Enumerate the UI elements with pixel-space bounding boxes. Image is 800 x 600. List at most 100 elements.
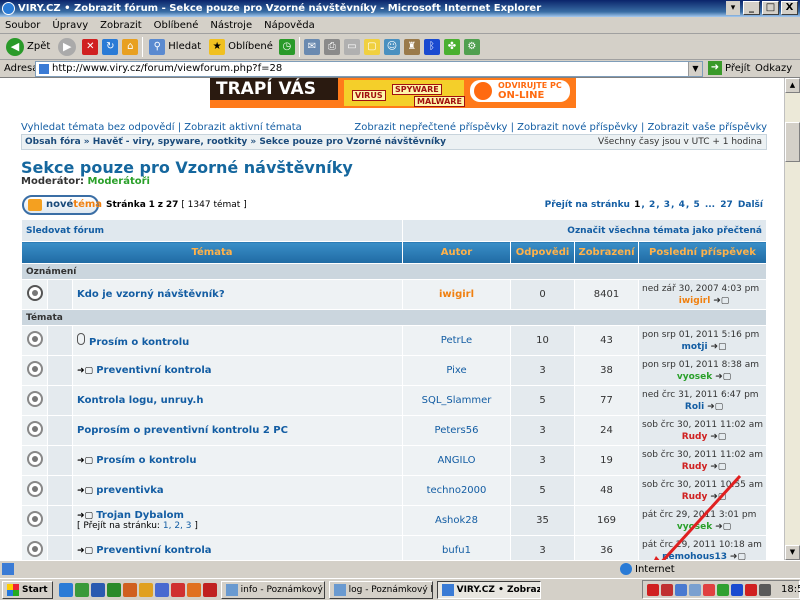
forward-button[interactable]: ▶ <box>56 36 78 58</box>
app-tray-icon[interactable] <box>745 583 757 596</box>
new-post-icon[interactable]: ➜▢ <box>77 456 96 466</box>
last-post-user[interactable]: nemohous13 <box>662 552 727 560</box>
topic-title[interactable]: Preventivní kontrola <box>96 365 211 376</box>
goto-last-post-icon[interactable]: ➜▢ <box>707 402 723 412</box>
messenger-icon[interactable]: ☺ <box>383 38 400 55</box>
update-tray-icon[interactable] <box>717 583 729 596</box>
topic-title[interactable]: Kdo je vzorný návštěvník? <box>72 279 403 310</box>
goto-last-post-icon[interactable]: ➜▢ <box>710 432 726 442</box>
task-notepad-log[interactable]: log - Poznámkový b... <box>328 580 433 599</box>
topic-title[interactable]: Prosím o kontrolu <box>96 455 196 466</box>
powerpoint-icon[interactable] <box>122 582 137 597</box>
task-notepad-info[interactable]: info - Poznámkový ... <box>220 580 325 599</box>
topic-author[interactable]: PetrLe <box>402 325 511 356</box>
print-icon[interactable]: ⎙ <box>323 38 340 55</box>
folder-icon[interactable] <box>138 582 153 597</box>
new-post-icon[interactable]: ➜▢ <box>77 366 96 376</box>
minimize-button[interactable]: _ <box>743 1 760 15</box>
goto-last-post-icon[interactable]: ➜▢ <box>710 462 726 472</box>
next-page-link[interactable]: Další <box>738 200 763 210</box>
home-icon[interactable]: ⌂ <box>122 38 139 55</box>
topic-author[interactable]: SQL_Slammer <box>402 385 511 416</box>
menu-tools[interactable]: Nástroje <box>209 20 253 31</box>
topic-title[interactable]: Trojan Dybalom <box>96 510 184 521</box>
view-links[interactable]: Zobrazit nepřečtené příspěvky | Zobrazit… <box>354 122 767 133</box>
topic-title[interactable]: preventivka <box>96 485 163 496</box>
scroll-up-icon[interactable]: ▲ <box>785 78 800 93</box>
topic-author[interactable]: Pixe <box>402 355 511 386</box>
volume-tray-icon[interactable] <box>759 583 771 596</box>
task-ie-viry[interactable]: VIRY.CZ • Zobraz... <box>436 580 541 599</box>
bluetooth-tray-icon[interactable] <box>731 583 743 596</box>
edit-icon[interactable]: ▭ <box>343 38 360 55</box>
goto-last-post-icon[interactable]: ➜▢ <box>730 552 746 560</box>
topic-author[interactable]: iwigirl <box>402 279 511 310</box>
search-links[interactable]: Vyhledat témata bez odpovědí | Zobrazit … <box>21 122 302 133</box>
start-button[interactable]: Start <box>2 580 53 599</box>
page-link-5[interactable]: 5 <box>693 200 699 210</box>
clover-icon[interactable]: ✤ <box>443 38 460 55</box>
discuss-icon[interactable]: ▢ <box>363 38 380 55</box>
new-post-icon[interactable]: ➜▢ <box>77 546 96 556</box>
history-icon[interactable]: ◷ <box>278 38 295 55</box>
topic-author[interactable]: bufu1 <box>402 535 511 560</box>
breadcrumb-path[interactable]: Obsah fóra » Havěť - viry, spyware, root… <box>25 137 446 147</box>
refresh-icon[interactable]: ↻ <box>102 38 119 55</box>
menu-edit[interactable]: Úpravy <box>51 20 89 31</box>
firefox-icon[interactable] <box>186 582 201 597</box>
alert-tray-icon[interactable] <box>703 583 715 596</box>
goto-last-post-icon[interactable]: ➜▢ <box>715 372 731 382</box>
topic-page-link[interactable]: 3 <box>186 521 192 531</box>
new-post-icon[interactable]: ➜▢ <box>77 486 96 496</box>
antivirus-tray-icon[interactable] <box>647 583 659 596</box>
stop-icon[interactable]: ✕ <box>82 38 99 55</box>
favorites-button[interactable]: ★ Oblíbené <box>207 36 275 58</box>
bluetooth-icon[interactable]: ᛒ <box>423 38 440 55</box>
monitor-tray-icon[interactable] <box>689 583 701 596</box>
topic-author[interactable]: Ashok28 <box>402 505 511 536</box>
topic-page-link[interactable]: 2 <box>174 521 180 531</box>
topic-title[interactable]: Preventivní kontrola <box>96 545 211 556</box>
chevron-down-icon[interactable]: ▼ <box>688 62 702 76</box>
last-post-user[interactable]: Rudy <box>682 432 708 442</box>
goto-last-post-icon[interactable]: ➜▢ <box>713 296 729 306</box>
vertical-scrollbar[interactable]: ▲ ▼ <box>784 78 800 560</box>
goto-last-post-icon[interactable]: ➜▢ <box>710 492 726 502</box>
download-icon[interactable]: ▾ <box>726 1 740 15</box>
page-title[interactable]: Sekce pouze pro Vzorné návštěvníky <box>21 158 353 177</box>
excel-icon[interactable] <box>106 582 121 597</box>
goto-last-post-icon[interactable]: ➜▢ <box>715 522 731 532</box>
go-button[interactable]: ➜ Přejít <box>708 61 750 75</box>
topic-title[interactable]: Poprosím o preventivní kontrolu 2 PC <box>77 425 288 436</box>
search-button[interactable]: ⚲ Hledat <box>147 36 203 58</box>
scroll-thumb[interactable] <box>785 122 800 162</box>
topic-author[interactable]: ANGILO <box>402 445 511 476</box>
menu-favorites[interactable]: Oblíbené <box>153 20 200 31</box>
desktop-icon[interactable] <box>74 582 89 597</box>
topic-author[interactable]: Peters56 <box>402 415 511 446</box>
network-tray-icon[interactable] <box>675 583 687 596</box>
new-post-icon[interactable]: ➜▢ <box>77 511 96 521</box>
last-post-user[interactable]: Roli <box>685 402 704 412</box>
page-link-3[interactable]: 3 <box>664 200 670 210</box>
mail-icon[interactable]: ✉ <box>303 38 320 55</box>
watch-forum-link[interactable]: Sledovat fórum <box>21 219 403 242</box>
topic-title[interactable]: Kontrola logu, unruy.h <box>77 395 203 406</box>
app2-icon[interactable] <box>202 582 217 597</box>
opera-icon[interactable] <box>170 582 185 597</box>
page-link-4[interactable]: 4 <box>679 200 685 210</box>
menu-help[interactable]: Nápověda <box>263 20 316 31</box>
goto-last-post-icon[interactable]: ➜▢ <box>710 342 726 352</box>
maximize-button[interactable]: □ <box>762 1 779 15</box>
mark-read-link[interactable]: Označit všechna témata jako přečtená <box>402 219 767 242</box>
page-link-2[interactable]: 2 <box>649 200 655 210</box>
topic-author[interactable]: techno2000 <box>402 475 511 506</box>
research-icon[interactable]: ♜ <box>403 38 420 55</box>
addon-icon[interactable]: ⚙ <box>463 38 480 55</box>
ad-banner[interactable]: TRAPÍ VÁS VIRUS SPYWARE MALWARE ODVIRUJT… <box>210 78 576 108</box>
ie-quicklaunch-icon[interactable] <box>58 582 73 597</box>
last-post-user[interactable]: vyosek <box>677 522 712 532</box>
last-post-user[interactable]: vyosek <box>677 372 712 382</box>
links-button[interactable]: Odkazy <box>755 63 792 74</box>
page-link-27[interactable]: 27 <box>720 200 733 210</box>
